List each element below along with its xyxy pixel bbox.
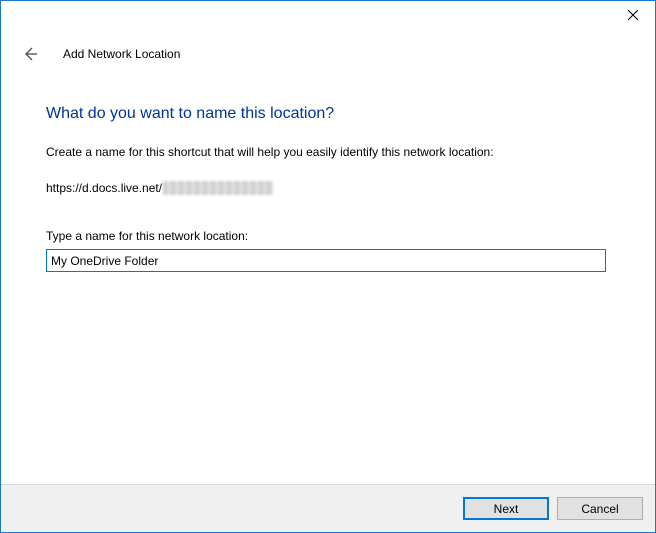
input-label: Type a name for this network location: [46, 229, 610, 243]
cancel-button[interactable]: Cancel [557, 497, 643, 520]
header-row: Add Network Location [1, 31, 655, 79]
url-prefix: https://d.docs.live.net/ [46, 181, 162, 195]
content-area: What do you want to name this location? … [1, 79, 655, 484]
url-display: https://d.docs.live.net/ [46, 181, 610, 195]
next-button[interactable]: Next [463, 497, 549, 520]
footer-bar: Next Cancel [1, 484, 655, 532]
close-icon [628, 10, 638, 20]
wizard-window: Add Network Location What do you want to… [0, 0, 656, 533]
back-button[interactable] [15, 39, 45, 69]
titlebar [1, 1, 655, 31]
back-arrow-icon [22, 46, 38, 62]
location-name-input[interactable] [46, 249, 606, 272]
url-obscured-segment [163, 181, 273, 195]
wizard-title: Add Network Location [63, 47, 180, 61]
close-button[interactable] [610, 1, 655, 29]
page-heading: What do you want to name this location? [46, 105, 610, 123]
description-text: Create a name for this shortcut that wil… [46, 145, 610, 159]
